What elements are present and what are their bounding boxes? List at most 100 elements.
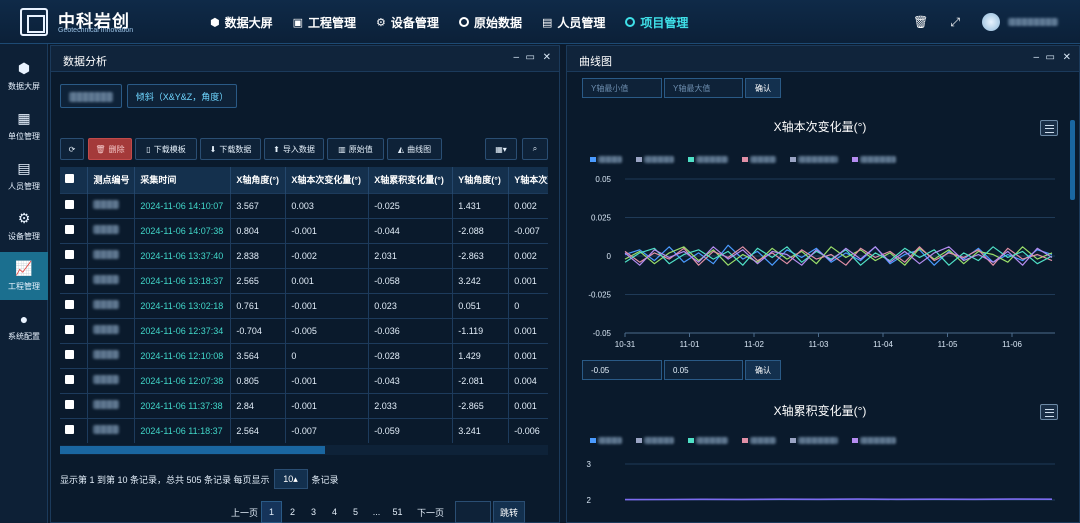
jump-button[interactable]: 跳转 [493,501,526,523]
table-row[interactable]: 2024-11-06 11:37:38 2.84 -0.001 2.033 -2.865… [60,392,548,418]
close-icon[interactable]: ✕ [1063,52,1071,63]
column-header[interactable]: X轴角度(°) [230,167,287,193]
column-header[interactable]: X轴累积变化量(°) [368,167,454,193]
maximize-icon[interactable]: ▭ [1046,52,1055,63]
avatar[interactable] [982,13,1000,31]
nav-raw-data[interactable]: 原始数据 [458,14,522,31]
sidebar-item-unit-manage[interactable]: ▦ 单位管理 [0,102,48,150]
confirm-button[interactable]: 确认 [745,78,781,98]
close-icon[interactable]: ✕ [543,52,551,63]
row-checkbox[interactable] [65,325,74,334]
scrollbar-thumb[interactable] [60,446,325,454]
table-cell: -2.081 [452,367,510,393]
table-row[interactable]: 2024-11-06 12:10:08 3.564 0 -0.028 1.429 0.00… [60,342,548,368]
ymin-input[interactable]: Y轴最小值 [582,78,662,98]
next-page-button[interactable]: 下一页 [414,501,447,523]
column-header[interactable]: 测点编号 [87,167,136,193]
refresh-button[interactable]: ⟳ [60,138,84,160]
table-row[interactable]: 2024-11-06 11:18:37 2.564 -0.007 -0.059 3.24… [60,417,548,443]
ymin-input[interactable]: -0.05 [582,360,662,380]
search-button[interactable]: ⌕ [522,138,548,160]
page-button[interactable]: 51 [387,501,408,523]
nav-data-screen[interactable]: ⬢ 数据大屏 [210,14,273,31]
nav-project-manage[interactable]: ▣ 工程管理 [293,14,356,31]
row-checkbox[interactable] [65,400,74,409]
legend-item[interactable] [790,437,838,444]
minimize-icon[interactable]: – [1033,52,1039,63]
fullscreen-icon[interactable]: ⤢ [950,15,960,30]
column-header[interactable]: Y轴本次变 [508,167,548,193]
nav-device-manage[interactable]: ⚙ 设备管理 [376,14,439,31]
nav-item-manage[interactable]: 项目管理 [625,14,688,31]
curve-chart-button[interactable]: ◭ 曲线图 [387,138,442,160]
download-template-button[interactable]: ▯ 下载模板 [135,138,197,160]
legend-item[interactable] [852,437,896,444]
jump-page-input[interactable] [455,501,492,523]
table-row[interactable]: 2024-11-06 14:07:38 0.804 -0.001 -0.044 -2.0… [60,217,548,243]
legend-item[interactable] [742,437,776,444]
page-size-select[interactable]: 10 ▴ [273,469,308,489]
sidebar-item-system-config[interactable]: ● 系统配置 [0,302,48,350]
table-row[interactable]: 2024-11-06 12:37:34 -0.704 -0.005 -0.036 -1.… [60,317,548,343]
legend-item[interactable] [742,156,776,163]
legend-item[interactable] [688,156,728,163]
column-toggle-button[interactable]: ▦▾ [485,138,517,160]
row-select-cell [60,392,89,418]
page-button[interactable]: 3 [303,501,324,523]
ymax-input[interactable]: Y轴最大值 [664,78,743,98]
import-data-button[interactable]: ⬆ 导入数据 [264,138,324,160]
chart-menu-icon[interactable] [1040,404,1058,420]
sidebar-item-person-manage[interactable]: ▤ 人员管理 [0,152,48,200]
download-data-button[interactable]: ⬇ 下载数据 [200,138,261,160]
prev-page-button[interactable]: 上一页 [228,501,261,523]
legend-item[interactable] [590,437,622,444]
row-checkbox[interactable] [65,250,74,259]
select-all-checkbox[interactable] [65,174,74,184]
column-header[interactable]: X轴本次变化量(°) [285,167,370,193]
raw-value-button[interactable]: ▥ 原始值 [327,138,384,160]
table-row[interactable]: 2024-11-06 13:37:40 2.838 -0.002 2.031 -2.86… [60,242,548,268]
sidebar-item-device-manage[interactable]: ⚙ 设备管理 [0,202,48,250]
trash-icon[interactable]: 🗑 [913,15,928,29]
row-checkbox[interactable] [65,375,74,384]
legend-item[interactable] [852,156,896,163]
page-button[interactable]: 2 [282,501,303,523]
legend-item[interactable] [636,437,674,444]
confirm-button[interactable]: 确认 [745,360,781,380]
table-row[interactable]: 2024-11-06 14:10:07 3.567 0.003 -0.025 1.431… [60,192,548,218]
row-checkbox[interactable] [65,200,74,209]
table-row[interactable]: 2024-11-06 13:02:18 0.761 -0.001 0.023 0.051… [60,292,548,318]
sidebar-item-project-manage[interactable]: 📈 工程管理 [0,252,48,300]
row-checkbox[interactable] [65,350,74,359]
row-checkbox[interactable] [65,275,74,284]
chart-menu-icon[interactable] [1040,120,1058,136]
maximize-icon[interactable]: ▭ [526,52,535,63]
legend-item[interactable] [790,156,838,163]
page-button[interactable]: 5 [345,501,366,523]
column-header[interactable]: Y轴角度(°) [452,167,510,193]
minimize-icon[interactable]: – [513,52,519,63]
delete-button[interactable]: 🗑 删除 [88,138,132,160]
table-horizontal-scrollbar[interactable] [60,445,548,455]
download-icon: ⬇ [209,144,217,154]
legend-item[interactable] [590,156,622,163]
column-header[interactable]: 采集时间 [134,167,232,193]
sidebar-item-data-screen[interactable]: ⬢ 数据大屏 [0,52,48,100]
table-cell: -0.058 [368,267,454,293]
row-checkbox[interactable] [65,300,74,309]
ymax-input[interactable]: 0.05 [664,360,743,380]
legend-item[interactable] [636,156,674,163]
page-button[interactable]: 4 [324,501,345,523]
page-button[interactable]: 1 [261,501,283,523]
table-row[interactable]: 2024-11-06 12:07:38 0.805 -0.001 -0.043 -2.0… [60,367,548,393]
sensor-type-filter[interactable]: 倾斜（X&Y&Z，角度） [127,84,237,108]
nav-person-manage[interactable]: ▤ 人员管理 [542,14,605,31]
legend-swatch [790,438,796,443]
row-checkbox[interactable] [65,425,74,435]
refresh-icon: ⟳ [68,144,76,154]
row-checkbox[interactable] [65,225,74,234]
table-row[interactable]: 2024-11-06 13:18:37 2.565 0.001 -0.058 3.242… [60,267,548,293]
chart-vertical-scrollbar[interactable] [1070,120,1075,200]
legend-item[interactable] [688,437,728,444]
point-selector[interactable] [60,84,122,108]
